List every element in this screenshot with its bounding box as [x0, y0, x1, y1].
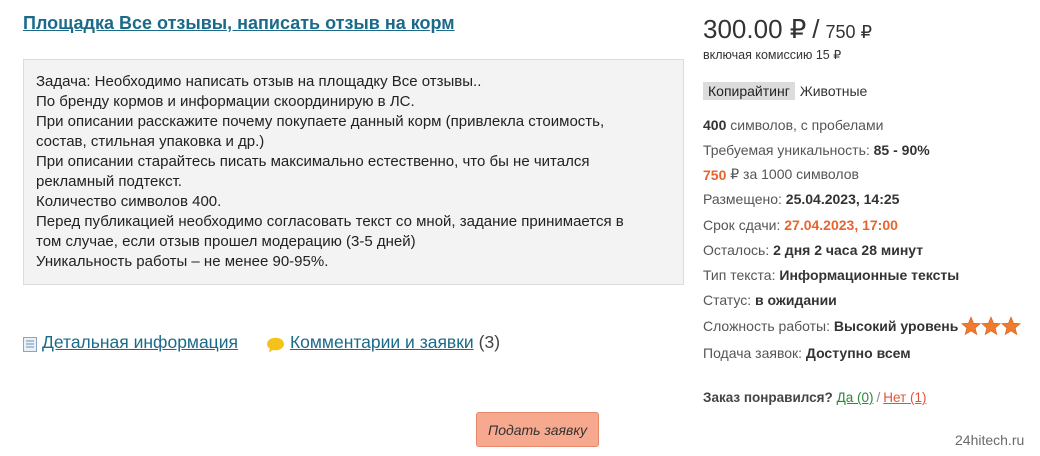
- like-no-link[interactable]: Нет (1): [883, 390, 926, 405]
- applications-row: Подача заявок: Доступно всем: [703, 345, 911, 361]
- tag-category[interactable]: Копирайтинг: [703, 82, 795, 100]
- task-line: том случае, если отзыв прошел модерацию …: [36, 233, 416, 250]
- applications-label: Подача заявок:: [703, 345, 806, 361]
- chars-value: 400: [703, 117, 727, 133]
- status-value: в ожидании: [755, 292, 837, 308]
- task-line: Перед публикацией необходимо согласовать…: [36, 213, 624, 230]
- comments-count: (3): [478, 332, 501, 352]
- deadline-label: Срок сдачи:: [703, 217, 785, 233]
- difficulty-label: Сложность работы:: [703, 318, 834, 334]
- apply-button[interactable]: Подать заявку: [476, 412, 599, 447]
- text-type-row: Тип текста: Информационные тексты: [703, 267, 959, 283]
- star-icon: [1001, 316, 1022, 336]
- rate-value: 750: [703, 166, 727, 183]
- price-block: 300.00 ₽/750 ₽: [703, 14, 872, 45]
- difficulty-stars: [961, 316, 1022, 336]
- task-line: Задача: Необходимо написать отзыв на пло…: [36, 73, 482, 90]
- star-icon: [961, 316, 982, 336]
- category-tags: Копирайтинг Животные: [703, 82, 867, 100]
- commission-note: включая комиссию 15 ₽: [703, 48, 842, 62]
- text-type-label: Тип текста:: [703, 267, 780, 283]
- task-title-link[interactable]: Площадка Все отзывы, написать отзыв на к…: [23, 13, 455, 34]
- uniqueness-row: Требуемая уникальность: 85 - 90%: [703, 142, 930, 158]
- posted-label: Размещено:: [703, 191, 786, 207]
- deadline-row: Срок сдачи: 27.04.2023, 17:00: [703, 217, 898, 233]
- task-line: Количество символов 400.: [36, 193, 222, 210]
- remaining-label: Осталось:: [703, 242, 774, 258]
- posted-row: Размещено: 25.04.2023, 14:25: [703, 191, 899, 207]
- chars-text: символов, с пробелами: [726, 117, 884, 133]
- watermark: 24hitech.ru: [955, 432, 1025, 448]
- remaining-row: Осталось: 2 дня 2 часа 28 минут: [703, 242, 923, 258]
- price-total: 750 ₽: [825, 22, 873, 42]
- order-rating: Заказ понравился? Да (0) / Нет (1): [703, 390, 926, 405]
- applications-value: Доступно всем: [805, 345, 911, 361]
- task-line: По бренду кормов и информации скоординир…: [36, 93, 415, 110]
- task-line: Уникальность работы – не менее 90-95%.: [36, 253, 329, 270]
- speech-bubble-icon: [266, 337, 284, 352]
- tab-comments-label[interactable]: Комментарии и заявки: [290, 332, 474, 353]
- price-separator: /: [812, 14, 820, 44]
- difficulty-row: Сложность работы: Высокий уровень: [703, 316, 1022, 336]
- tab-details[interactable]: Детальная информация: [23, 332, 238, 353]
- uniqueness-label: Требуемая уникальность:: [703, 142, 874, 158]
- rating-separator: /: [876, 390, 881, 405]
- task-line: При описании расскажите почему покупаете…: [36, 113, 605, 130]
- task-tabs: Детальная информация Комментарии и заявк…: [23, 332, 500, 353]
- remaining-value: 2 дня 2 часа 28 минут: [773, 242, 924, 258]
- like-yes-link[interactable]: Да (0): [837, 390, 874, 405]
- document-icon: [23, 337, 37, 352]
- task-line: рекламный подтекст.: [36, 173, 182, 190]
- task-line: При описании старайтесь писать максималь…: [36, 153, 590, 170]
- rate-text: ₽ за 1000 символов: [726, 166, 859, 182]
- uniqueness-value: 85 - 90%: [873, 142, 930, 158]
- chars-count: 400 символов, с пробелами: [703, 117, 883, 133]
- tab-details-label[interactable]: Детальная информация: [42, 332, 238, 353]
- tag-subcategory[interactable]: Животные: [800, 83, 868, 99]
- status-label: Статус:: [703, 292, 756, 308]
- posted-value: 25.04.2023, 14:25: [785, 191, 900, 207]
- rate-row: 750 ₽ за 1000 символов: [703, 166, 859, 183]
- tab-comments[interactable]: Комментарии и заявки (3): [266, 332, 500, 353]
- difficulty-value: Высокий уровень: [833, 318, 959, 334]
- status-row: Статус: в ожидании: [703, 292, 837, 308]
- rating-question: Заказ понравился?: [703, 390, 833, 405]
- text-type-value: Информационные тексты: [779, 267, 960, 283]
- price-main: 300.00 ₽: [703, 14, 807, 44]
- task-line: состав, стильная упаковка и др.): [36, 133, 265, 150]
- task-description: Задача: Необходимо написать отзыв на пло…: [23, 59, 684, 285]
- star-icon: [981, 316, 1002, 336]
- deadline-value: 27.04.2023, 17:00: [784, 217, 898, 233]
